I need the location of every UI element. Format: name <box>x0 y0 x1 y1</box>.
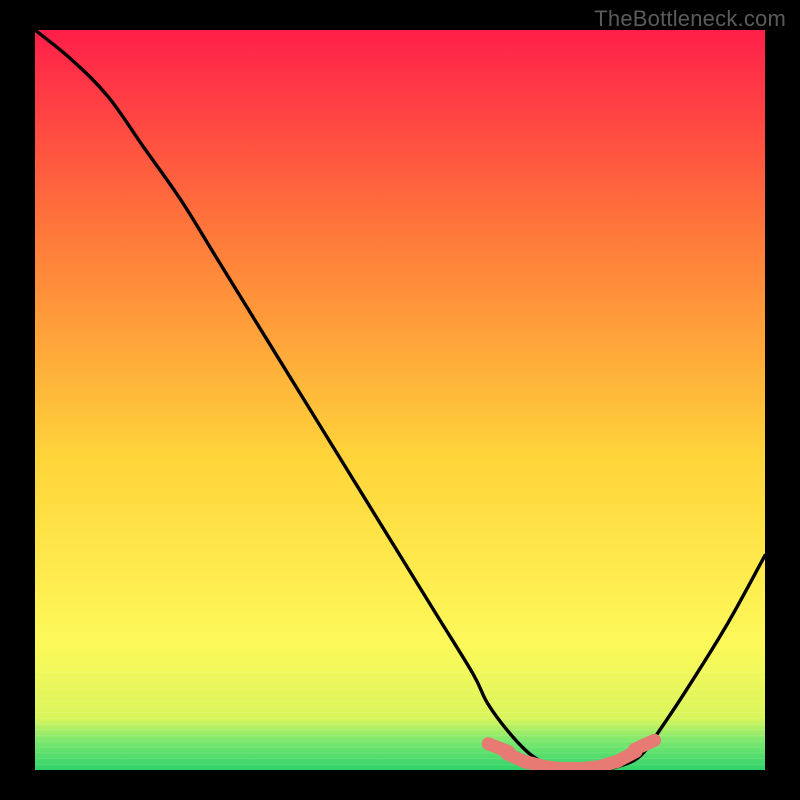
chart-frame: TheBottleneck.com <box>0 0 800 800</box>
plot-area <box>35 30 765 770</box>
trough-marker <box>635 740 655 749</box>
chart-svg <box>35 30 765 770</box>
gradient-background <box>35 30 765 770</box>
watermark-text: TheBottleneck.com <box>594 6 786 32</box>
